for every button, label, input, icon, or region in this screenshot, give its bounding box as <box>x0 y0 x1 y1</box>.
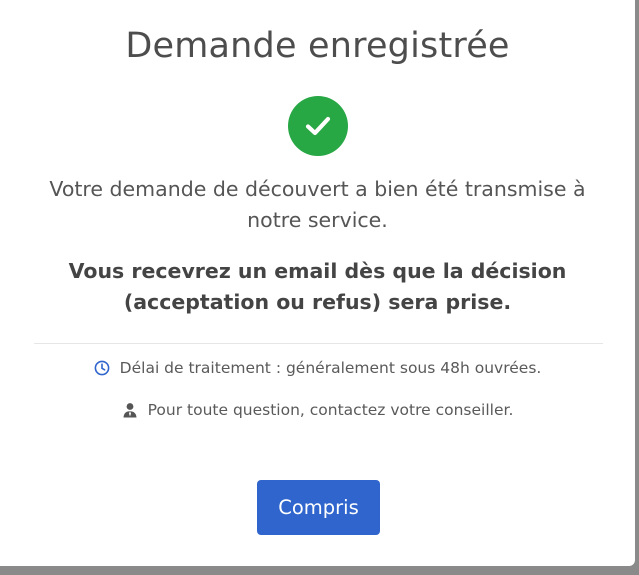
understood-button[interactable]: Compris <box>257 480 380 535</box>
contact-advisor-text: Pour toute question, contactez votre con… <box>147 401 514 419</box>
processing-delay-text: Délai de traitement : généralement sous … <box>119 359 542 377</box>
processing-delay-info: Délai de traitement : généralement sous … <box>0 359 635 377</box>
user-icon <box>122 402 139 419</box>
dialog-title: Demande enregistrée <box>125 26 510 66</box>
divider <box>34 343 603 344</box>
contact-advisor-info: Pour toute question, contactez votre con… <box>0 401 635 419</box>
email-notice: Vous recevrez un email dès que la décisi… <box>68 259 567 314</box>
confirmation-dialog: Demande enregistrée Votre demande de déc… <box>0 0 635 566</box>
check-circle-icon <box>288 96 348 156</box>
confirmation-message: Votre demande de découvert a bien été tr… <box>49 177 586 232</box>
clock-icon <box>94 360 111 377</box>
